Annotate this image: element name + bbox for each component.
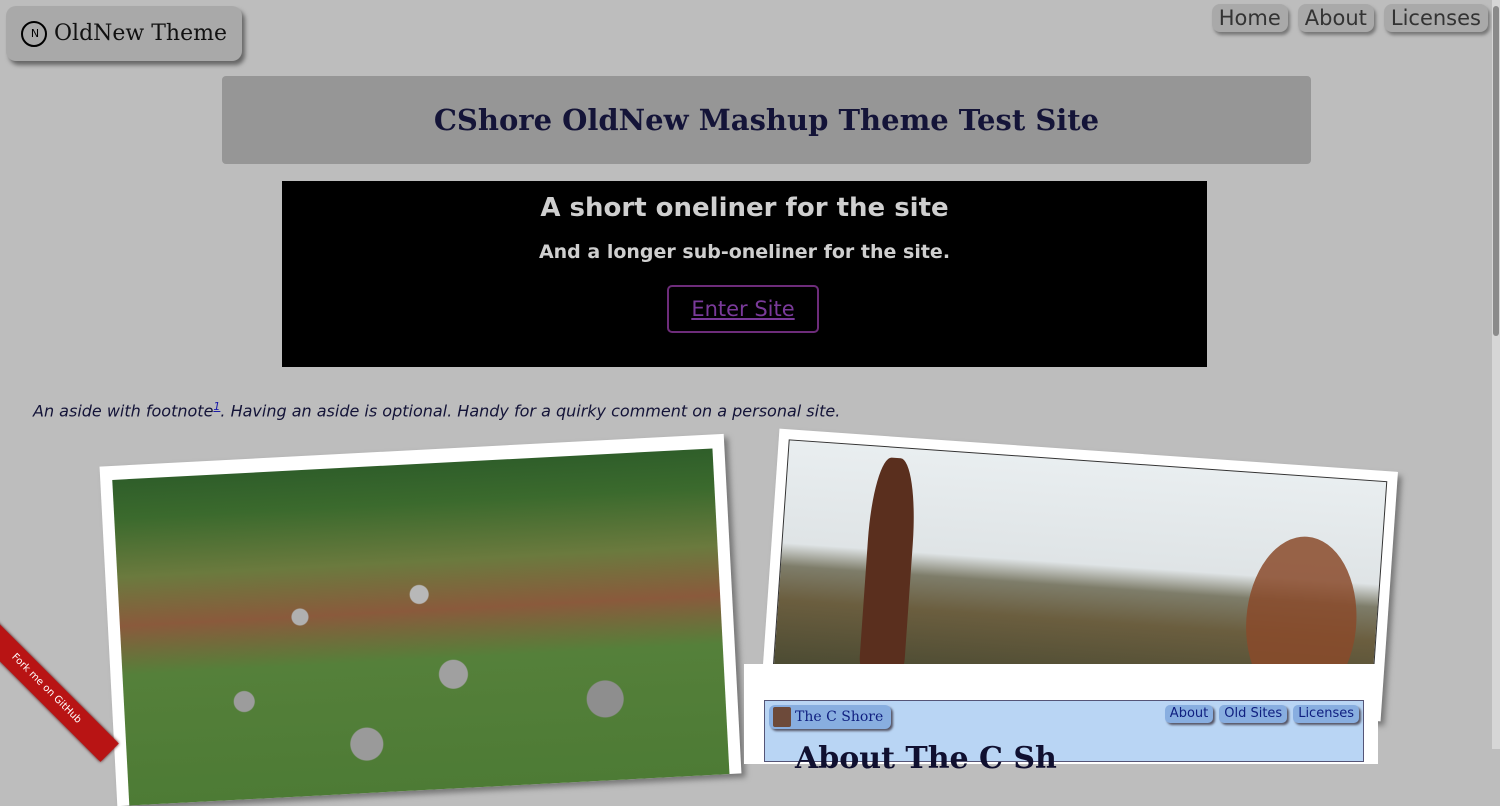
nav-about-button[interactable]: About	[1297, 4, 1374, 32]
oldnew-logo-icon: N	[21, 20, 47, 47]
screenshot-brand-label: The C Shore	[795, 709, 884, 725]
site-screenshot-card: The C Shore About Old Sites Licenses Abo…	[744, 664, 1378, 776]
screenshot-preview: The C Shore About Old Sites Licenses Abo…	[764, 700, 1364, 776]
screenshot-nav-old-sites: Old Sites	[1219, 705, 1288, 723]
top-nav: Home About Licenses	[1211, 4, 1488, 32]
rock-garden-image	[112, 448, 730, 806]
brand-name: OldNew Theme	[54, 21, 227, 46]
nav-home-button[interactable]: Home	[1211, 4, 1288, 32]
hero-banner: A short oneliner for the site And a long…	[282, 181, 1207, 367]
hero-title: A short oneliner for the site	[540, 193, 949, 223]
nav-licenses-button[interactable]: Licenses	[1383, 4, 1488, 32]
aside-before: An aside with footnote	[33, 401, 214, 421]
screenshot-heading: About The C Sh	[795, 741, 1057, 776]
aside-after: . Having an aside is optional. Handy for…	[220, 401, 841, 421]
site-title: CShore OldNew Mashup Theme Test Site	[433, 103, 1100, 137]
scrollbar[interactable]	[1492, 0, 1500, 749]
fork-github-ribbon[interactable]: Fork me on GitHub	[0, 616, 119, 762]
brand-pill[interactable]: N OldNew Theme	[6, 6, 242, 61]
tree-shape	[859, 456, 919, 669]
screenshot-nav-licenses: Licenses	[1293, 705, 1359, 723]
hero-subtitle: And a longer sub-oneliner for the site.	[538, 241, 951, 263]
screenshot-nav-about: About	[1164, 705, 1214, 723]
site-header: CShore OldNew Mashup Theme Test Site	[222, 76, 1311, 164]
screenshot-nav: About Old Sites Licenses	[1164, 705, 1359, 723]
garden-photo	[99, 433, 742, 806]
enter-site-button[interactable]: Enter Site	[667, 285, 819, 333]
screenshot-brand: The C Shore	[769, 705, 892, 729]
avatar-icon	[773, 707, 791, 727]
aside-text: An aside with footnote1. Having an aside…	[33, 400, 840, 420]
scrollbar-thumb[interactable]	[1493, 6, 1499, 336]
